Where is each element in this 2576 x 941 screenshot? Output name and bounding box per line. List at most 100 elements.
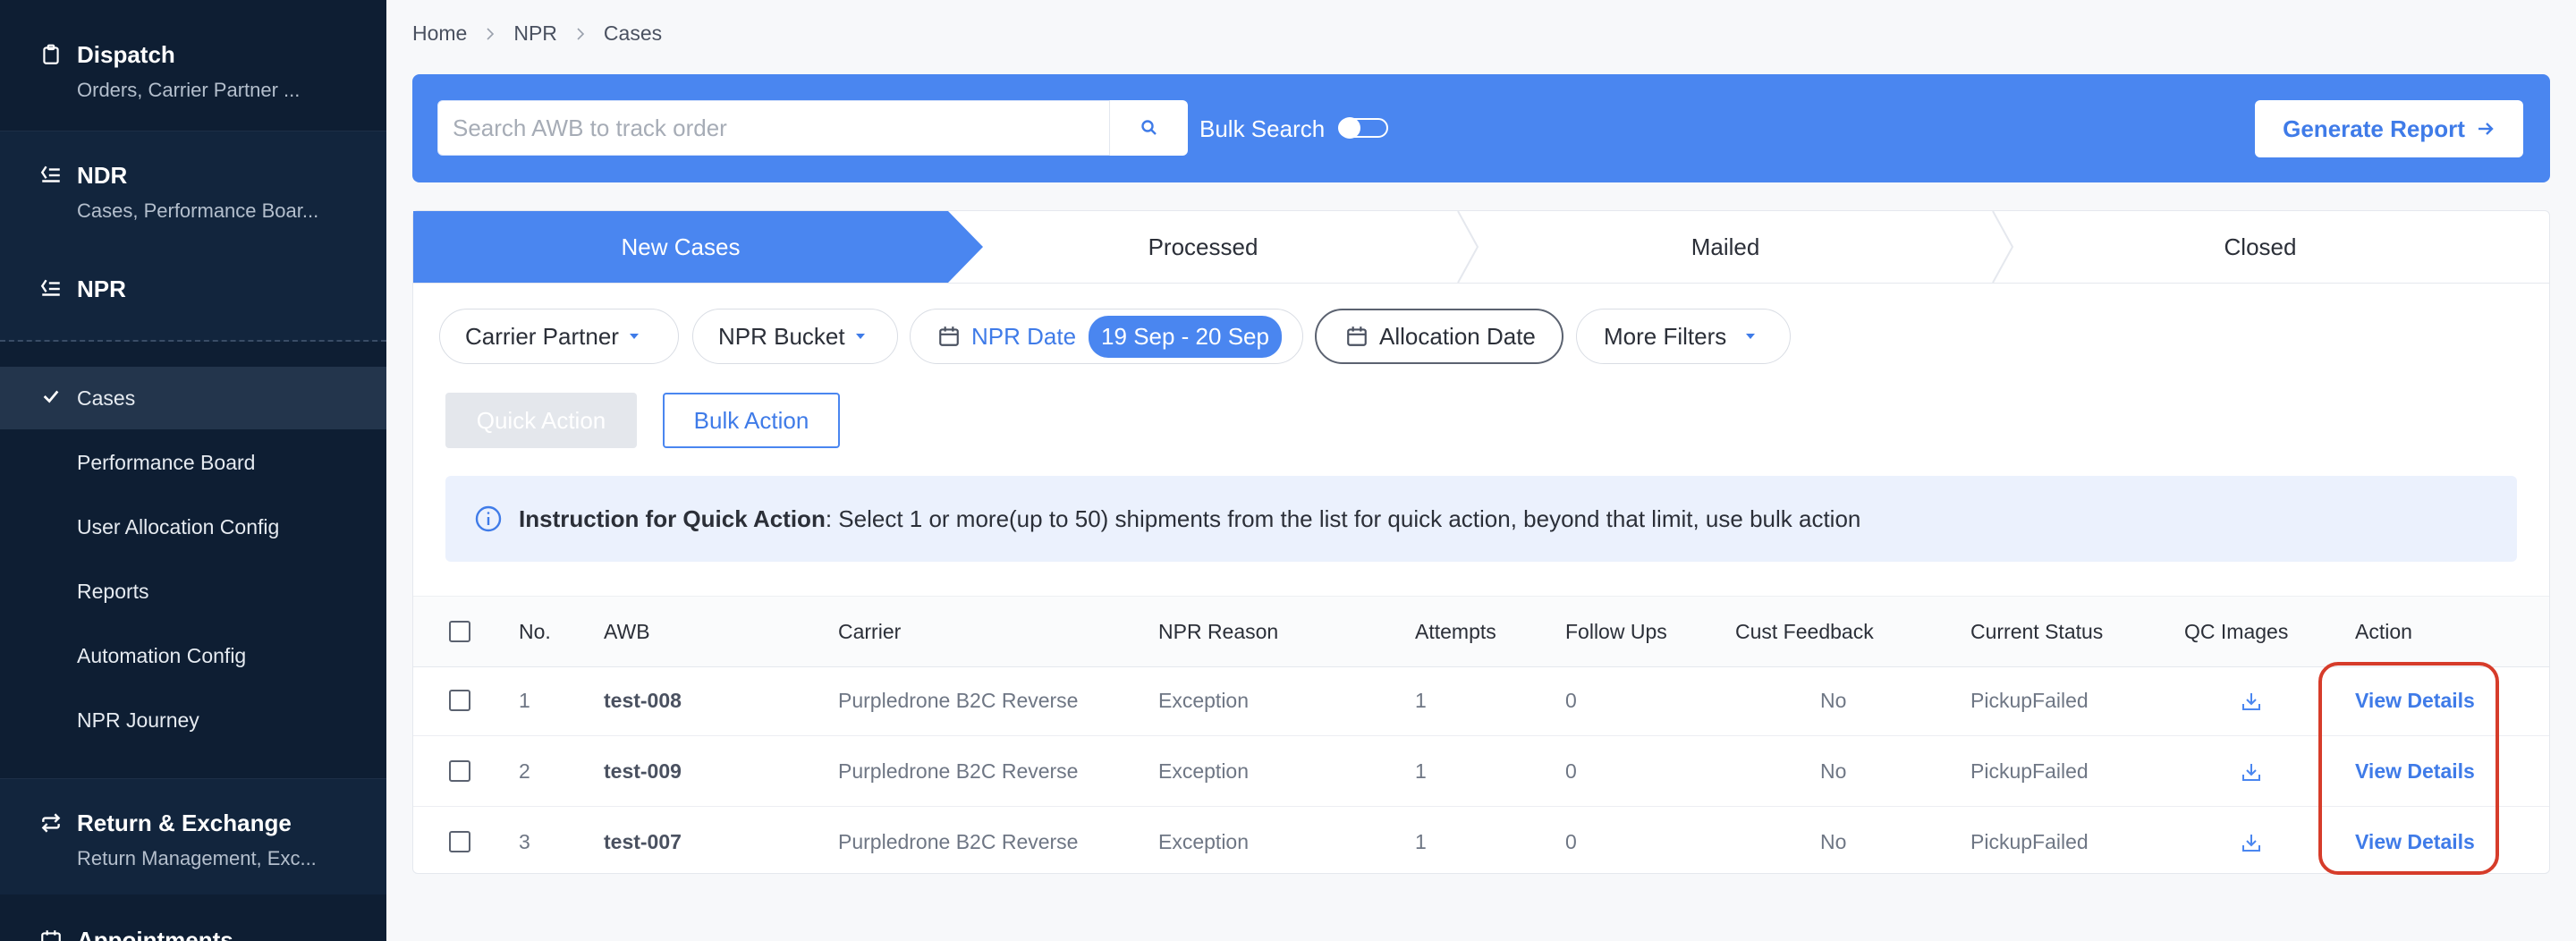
cases-card: New Cases Processed Mailed Closed Carrie… <box>412 210 2550 874</box>
caret-down-icon <box>629 334 639 339</box>
sidebar-group-ndr[interactable]: NDR Cases, Performance Boar... <box>0 131 386 245</box>
npr-submenu: Cases Performance Board User Allocation … <box>0 342 386 776</box>
column-header: Attempts <box>1415 620 1496 643</box>
sidebar-item-cases[interactable]: Cases <box>0 367 386 429</box>
row-follow-ups: 0 <box>1565 830 1577 853</box>
calendar-icon <box>41 930 61 941</box>
search-button[interactable] <box>1109 100 1188 156</box>
generate-report-label: Generate Report <box>2283 114 2465 142</box>
quick-action-button[interactable]: Quick Action <box>445 393 637 448</box>
sidebar-item-reports[interactable]: Reports <box>0 560 386 623</box>
sidebar-item-user-allocation-config[interactable]: User Allocation Config <box>0 496 386 558</box>
row-awb: test-007 <box>604 830 682 853</box>
chevron-right-icon <box>487 27 495 40</box>
instruction-text: : Select 1 or more(up to 50) shipments f… <box>825 504 1861 532</box>
sidebar-group-return-exchange[interactable]: Return & Exchange Return Management, Exc… <box>0 778 386 895</box>
generate-report-button[interactable]: Generate Report <box>2255 100 2523 157</box>
list-arrow-icon <box>40 165 60 182</box>
column-header: Cust Feedback <box>1735 620 1874 643</box>
sidebar-item-label: NPR Journey <box>77 708 199 732</box>
download-icon[interactable] <box>2241 832 2262 853</box>
column-header: No. <box>519 620 551 643</box>
instruction-banner: Instruction for Quick Action : Select 1 … <box>445 476 2517 562</box>
row-current-status: PickupFailed <box>1970 689 2089 712</box>
row-awb: test-009 <box>604 759 682 783</box>
sidebar-item-npr-journey[interactable]: NPR Journey <box>0 689 386 751</box>
sidebar-group-dispatch[interactable]: Dispatch Orders, Carrier Partner ... <box>0 0 386 131</box>
row-npr-reason: Exception <box>1158 759 1250 783</box>
more-filters-button[interactable]: More Filters <box>1576 309 1791 364</box>
tab-new-cases[interactable]: New Cases <box>413 211 948 283</box>
arrow-right-icon <box>2478 123 2494 135</box>
view-details-link[interactable]: View Details <box>2355 736 2475 806</box>
row-attempts: 1 <box>1415 830 1427 853</box>
row-follow-ups: 0 <box>1565 689 1577 712</box>
column-header: Follow Ups <box>1565 620 1667 643</box>
sidebar-item-automation-config[interactable]: Automation Config <box>0 624 386 687</box>
sidebar-item-label: Reports <box>77 580 149 603</box>
sidebar-group-desc: Cases, Performance Boar... <box>77 199 319 222</box>
download-icon[interactable] <box>2241 691 2262 712</box>
select-all-checkbox[interactable] <box>449 621 470 642</box>
breadcrumb-cases: Cases <box>603 21 663 45</box>
row-checkbox[interactable] <box>449 760 470 782</box>
exchange-arrows-icon <box>41 813 61 833</box>
check-icon <box>43 390 59 403</box>
row-checkbox[interactable] <box>449 831 470 852</box>
calendar-icon <box>1347 326 1367 346</box>
status-steps: New Cases Processed Mailed Closed <box>413 211 2549 284</box>
npr-bucket-filter[interactable]: NPR Bucket <box>692 309 898 364</box>
npr-date-filter[interactable]: NPR Date 19 Sep - 20 Sep <box>910 309 1303 364</box>
sidebar-group-desc: Orders, Carrier Partner ... <box>77 79 301 101</box>
breadcrumb-npr[interactable]: NPR <box>513 21 557 46</box>
filter-label: More Filters <box>1604 322 1727 350</box>
filter-label: NPR Bucket <box>718 322 845 350</box>
search-banner: Bulk Search Generate Report <box>412 74 2550 182</box>
carrier-partner-filter[interactable]: Carrier Partner <box>439 309 679 364</box>
row-carrier: Purpledrone B2C Reverse <box>838 759 1079 783</box>
sidebar-item-label: Automation Config <box>77 644 247 667</box>
sidebar-item-performance-board[interactable]: Performance Board <box>0 431 386 494</box>
sidebar-item-label: Performance Board <box>77 451 256 474</box>
tab-closed[interactable]: Closed <box>1993 211 2528 283</box>
row-checkbox[interactable] <box>449 690 470 711</box>
filter-label: Carrier Partner <box>465 322 619 350</box>
sidebar-group-desc: Return Management, Exc... <box>77 847 317 869</box>
chevron-right-icon <box>577 27 585 40</box>
row-attempts: 1 <box>1415 759 1427 783</box>
sidebar-group-title: Return & Exchange <box>77 810 292 836</box>
tab-mailed[interactable]: Mailed <box>1458 211 1993 283</box>
column-header: Carrier <box>838 620 902 643</box>
breadcrumb: Home NPR Cases <box>412 21 662 46</box>
sidebar-group-npr[interactable]: NPR <box>0 245 386 342</box>
allocation-date-filter[interactable]: Allocation Date <box>1315 309 1563 364</box>
bulk-search-label: Bulk Search <box>1199 115 1326 142</box>
bulk-action-button[interactable]: Bulk Action <box>663 393 840 448</box>
row-follow-ups: 0 <box>1565 759 1577 783</box>
search-input[interactable] <box>437 100 1110 156</box>
column-header: NPR Reason <box>1158 620 1279 643</box>
row-cust-feedback: No <box>1820 759 1847 783</box>
breadcrumb-home[interactable]: Home <box>412 21 467 46</box>
bulk-search-toggle[interactable] <box>1338 116 1388 140</box>
table-header: No. AWB Carrier NPR Reason Attempts Foll… <box>413 596 2549 667</box>
row-current-status: PickupFailed <box>1970 830 2089 853</box>
row-carrier: Purpledrone B2C Reverse <box>838 830 1079 853</box>
column-header: QC Images <box>2184 620 2289 643</box>
row-npr-reason: Exception <box>1158 830 1250 853</box>
table-row: 2 test-009 Purpledrone B2C Reverse Excep… <box>413 736 2549 807</box>
caret-down-icon <box>855 334 865 339</box>
row-cust-feedback: No <box>1820 689 1847 712</box>
view-details-link[interactable]: View Details <box>2355 807 2475 877</box>
clipboard-icon <box>43 44 59 64</box>
tab-processed[interactable]: Processed <box>948 211 1458 283</box>
row-no: 2 <box>519 759 530 783</box>
sidebar-group-appointments[interactable]: Appointments <box>0 894 386 941</box>
column-header: Current Status <box>1970 620 2104 643</box>
search-icon <box>1141 120 1157 135</box>
table-row: 1 test-008 Purpledrone B2C Reverse Excep… <box>413 665 2549 736</box>
list-arrow-icon <box>40 279 60 296</box>
row-npr-reason: Exception <box>1158 689 1250 712</box>
download-icon[interactable] <box>2241 761 2262 783</box>
view-details-link[interactable]: View Details <box>2355 665 2475 735</box>
